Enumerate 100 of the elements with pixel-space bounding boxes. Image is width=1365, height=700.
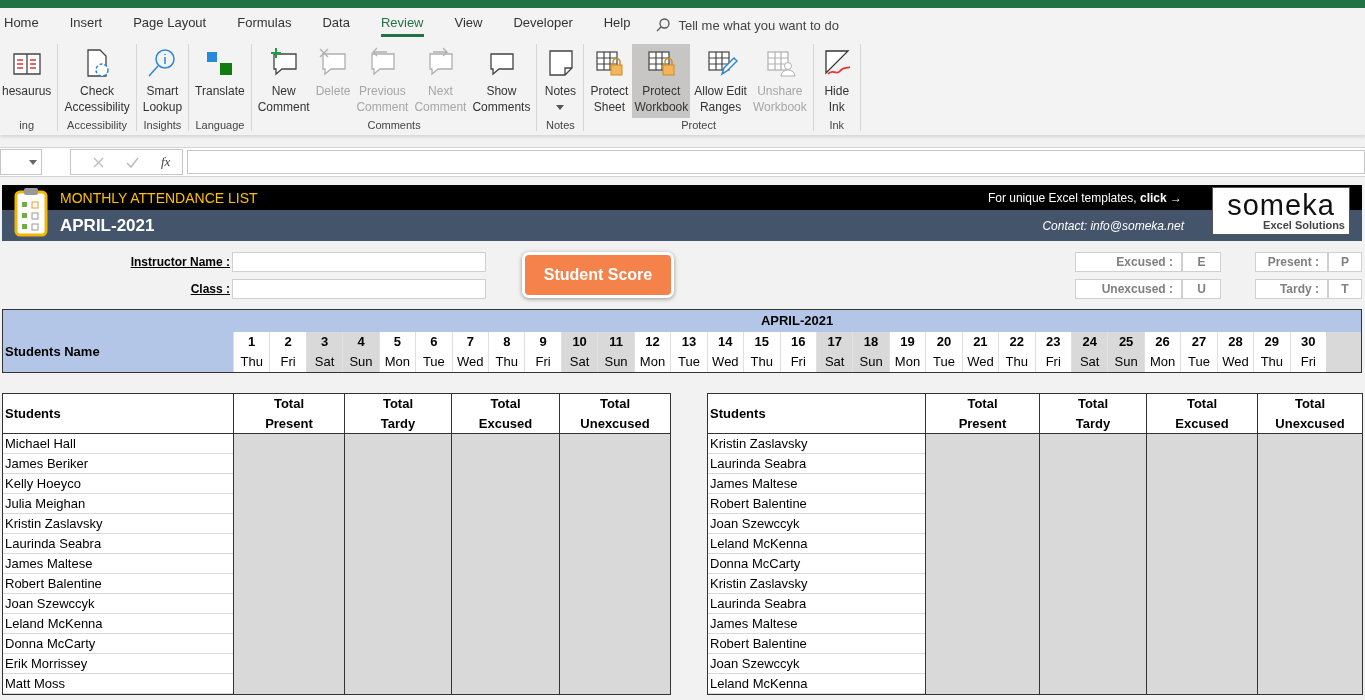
ribbon-button[interactable]: hesaurus	[0, 44, 54, 118]
insert-function-button[interactable]: fx	[161, 154, 171, 170]
student-name: Joan Szewccyk	[708, 654, 925, 674]
ribbon-button[interactable]: Translate	[193, 44, 247, 118]
column-header: Students	[3, 394, 233, 434]
weekday: Fri	[779, 352, 816, 372]
student-name: James Beriker	[3, 454, 233, 474]
student-name: Laurinda Seabra	[708, 594, 925, 614]
legend-code: T	[1328, 278, 1362, 299]
weekday: Mon	[1143, 352, 1181, 372]
name-box[interactable]	[0, 149, 42, 175]
day-number: 25	[1107, 332, 1144, 352]
column-header: Students Name	[4, 342, 101, 359]
weekday: Tue	[925, 352, 962, 372]
ribbon-tab[interactable]: Help	[603, 13, 631, 37]
instructor-name-field[interactable]	[232, 251, 486, 272]
legend-label: Unexcused :	[1075, 278, 1182, 299]
weekday: Wed	[451, 352, 489, 372]
formula-field[interactable]	[187, 150, 1365, 174]
ribbon-button[interactable]: New Comment	[255, 44, 312, 118]
ribbon-tab[interactable]: Developer	[513, 13, 573, 37]
weekday: Tue	[670, 352, 707, 372]
day-number: 5	[378, 332, 416, 352]
weekday: Mon	[888, 352, 926, 372]
ribbon-button[interactable]: Hide Ink	[817, 44, 856, 118]
ribbon-button[interactable]: Allow Edit Ranges	[692, 44, 749, 118]
ribbon-tab[interactable]: View	[454, 13, 483, 37]
weekday: Wed	[1216, 352, 1254, 372]
ribbon-tab[interactable]: Page Layout	[133, 13, 207, 37]
day-number: 12	[633, 332, 671, 352]
day-number: 17	[815, 332, 853, 352]
templates-link[interactable]: For unique Excel templates, click →	[987, 190, 1182, 205]
day-number: 2	[269, 332, 306, 352]
student-name: Laurinda Seabra	[708, 454, 925, 474]
ribbon-button[interactable]: Protect Sheet	[588, 44, 631, 118]
check-icon[interactable]	[126, 156, 139, 168]
weekday: Sat	[305, 352, 343, 372]
weekday: Fri	[1034, 352, 1071, 372]
clipboard-checklist-icon	[14, 187, 48, 237]
weekday: Thu	[488, 352, 525, 372]
ribbon-button[interactable]: Show Comments	[470, 44, 533, 118]
student-name: Robert Balentine	[3, 574, 233, 594]
legend-code: E	[1182, 251, 1221, 272]
weekday: Thu	[743, 352, 780, 372]
weekday: Sun	[852, 352, 889, 372]
group-label: Protect	[681, 118, 717, 132]
ribbon-button[interactable]: Protect Workbook	[632, 44, 691, 118]
student-name: Leland McKenna	[3, 614, 233, 634]
weekday: Mon	[633, 352, 671, 372]
day-number: 30	[1289, 332, 1326, 352]
weekday: Sun	[342, 352, 379, 372]
day-number: 23	[1034, 332, 1071, 352]
ribbon-button[interactable]: Smart Lookup	[140, 44, 185, 118]
student-name: Joan Szewccyk	[708, 514, 925, 534]
column-header: Students	[708, 394, 925, 434]
group-label: Language	[195, 118, 245, 132]
group-label: Comments	[367, 118, 421, 132]
weekday: Thu	[1253, 352, 1290, 372]
tell-me-field[interactable]: Tell me what you want to do	[678, 17, 839, 33]
legend-label: Excused :	[1075, 251, 1182, 272]
field-label: Instructor Name :	[129, 254, 231, 269]
weekday: Tue	[415, 352, 452, 372]
field-label: Class :	[189, 281, 231, 296]
month-header: APRIL-2021	[759, 312, 835, 330]
ribbon-tab[interactable]: Review	[380, 13, 424, 37]
day-number: 7	[451, 332, 489, 352]
weekday: Fri	[524, 352, 561, 372]
weekday: Sat	[1070, 352, 1108, 372]
ribbon-tab[interactable]: Formulas	[237, 13, 292, 37]
day-number: 1	[233, 332, 270, 352]
student-name: Matt Moss	[3, 674, 233, 694]
weekday: Wed	[961, 352, 999, 372]
ribbon-button[interactable]: Notes	[541, 44, 580, 118]
student-name: Leland McKenna	[708, 674, 925, 694]
day-number: 9	[524, 332, 561, 352]
day-number: 4	[342, 332, 379, 352]
close-icon[interactable]	[93, 156, 104, 168]
day-number: 21	[961, 332, 999, 352]
weekday: Fri	[269, 352, 306, 372]
caret-icon	[29, 159, 37, 165]
day-number: 14	[706, 332, 744, 352]
class-field[interactable]	[232, 278, 486, 299]
ribbon-button[interactable]: Check Accessibility	[62, 44, 132, 118]
shaded-cell	[1326, 332, 1361, 372]
day-number: 22	[998, 332, 1035, 352]
logo[interactable]: someka Excel Solutions	[1212, 187, 1350, 235]
student-name: Kristin Zaslavsky	[708, 434, 925, 454]
month-title: APRIL-2021	[60, 215, 155, 236]
ribbon-tab[interactable]: Data	[322, 13, 350, 37]
ribbon-tab[interactable]: Home	[4, 13, 39, 37]
weekday: Thu	[233, 352, 270, 372]
student-name: Kristin Zaslavsky	[3, 514, 233, 534]
weekday: Sat	[815, 352, 853, 372]
day-number: 8	[488, 332, 525, 352]
day-number: 15	[743, 332, 780, 352]
student-name: Michael Hall	[3, 434, 233, 454]
student-name: Robert Balentine	[708, 634, 925, 654]
ribbon-tab[interactable]: Insert	[69, 13, 103, 37]
weekday: Thu	[998, 352, 1035, 372]
day-number: 27	[1180, 332, 1217, 352]
